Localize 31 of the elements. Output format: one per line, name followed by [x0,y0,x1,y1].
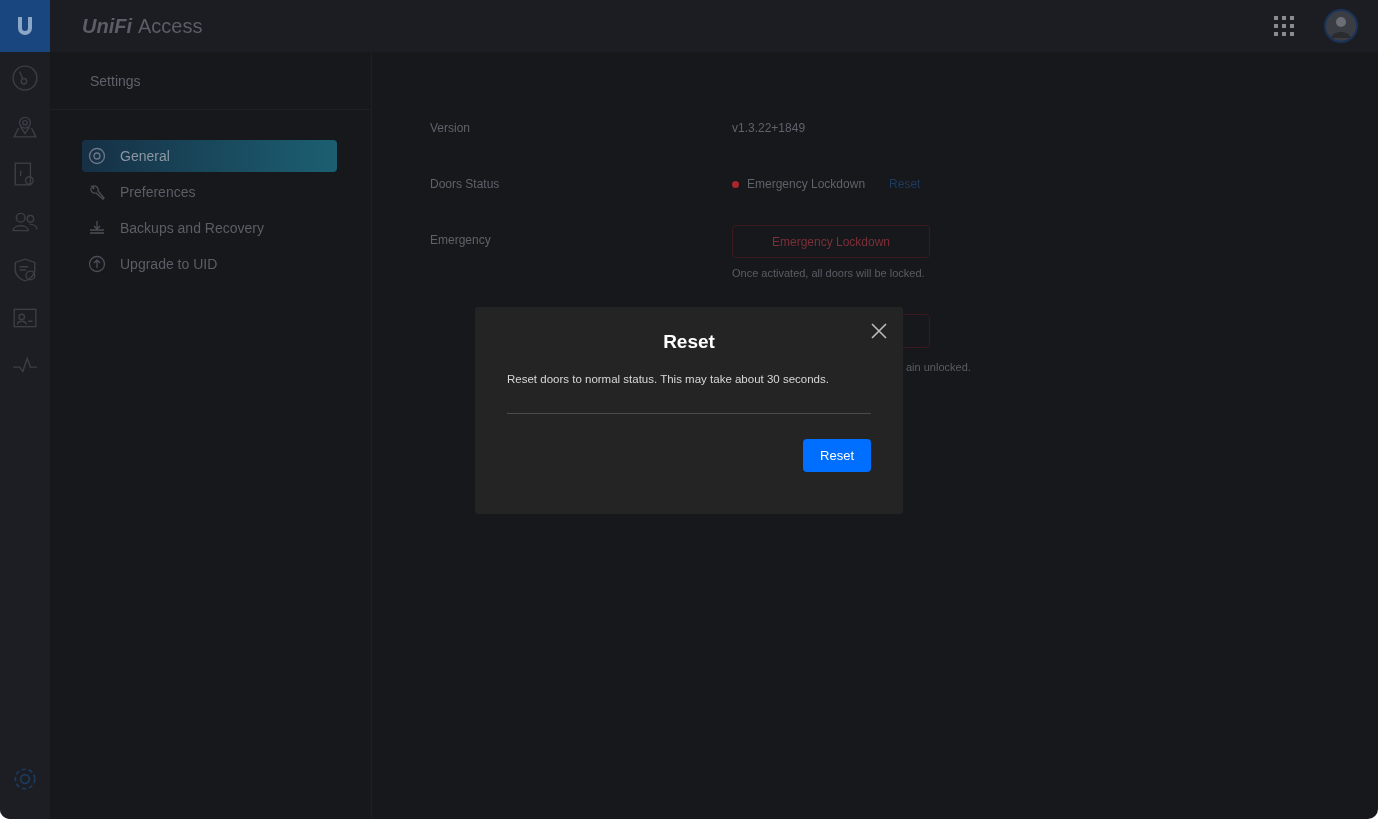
reset-button[interactable]: Reset [803,439,871,472]
settings-icon [12,766,38,792]
lockdown-button[interactable]: Emergency Lockdown [732,225,930,258]
dialog-message: Reset doors to normal status. This may take about 30 seconds. [507,373,871,414]
upload-icon [88,255,106,273]
version-value: v1.3.22+1849 [732,121,807,135]
nav-item[interactable]: Upgrade to UID [82,248,337,280]
logo[interactable] [0,0,50,52]
hint-text: ain unlocked. [906,361,972,373]
status-dot [732,180,739,188]
shield-icon [12,257,38,283]
panel-title: Settings [90,72,141,89]
field-label: Doors Status [430,177,501,191]
gauge-icon [12,65,38,91]
apps-grid-icon[interactable] [1274,16,1294,36]
hint-text: Once activated, all doors will be locked. [732,267,926,279]
logo-icon [15,15,35,37]
dialog-title: Reset [662,331,716,353]
nav-item[interactable]: Preferences [82,176,337,208]
status-value: Emergency Lockdown [747,177,866,191]
reset-link[interactable]: Reset [889,177,921,191]
download-icon [88,219,106,237]
wrench-icon [88,183,106,201]
field-label: Emergency [430,233,492,247]
nav-item[interactable]: General [82,140,337,172]
close-button[interactable] [869,321,889,341]
avatar[interactable] [1324,9,1358,43]
settings-icon [88,147,106,165]
nav-item[interactable]: Backups and Recovery [82,212,337,244]
app-title: UniFi Access [82,14,203,38]
field-label: Version [430,121,472,135]
